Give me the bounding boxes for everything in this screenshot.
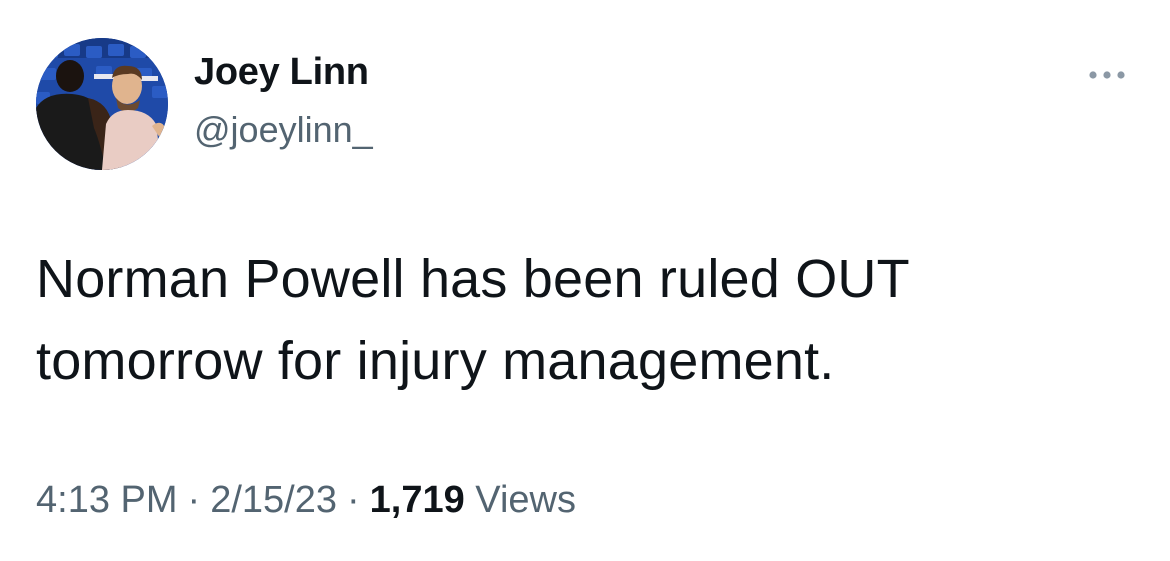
avatar[interactable] bbox=[36, 38, 168, 170]
views-count: 1,719 bbox=[369, 479, 465, 521]
tweet-time[interactable]: 4:13 PM bbox=[36, 479, 178, 521]
avatar-photo bbox=[36, 38, 168, 170]
tweet-text-line-2: tomorrow for injury management. bbox=[36, 331, 835, 391]
tweet-text-line-1: Norman Powell has been ruled OUT bbox=[36, 249, 910, 309]
tweet-meta: 4:13 PM · 2/15/23 · 1,719 Views bbox=[36, 479, 576, 522]
tweet-text: Norman Powell has been ruled OUT tomorro… bbox=[36, 238, 1136, 402]
more-horizontal-icon bbox=[1089, 71, 1125, 79]
more-options-button[interactable] bbox=[1080, 58, 1134, 92]
tweet-date[interactable]: 2/15/23 bbox=[210, 479, 337, 521]
author-handle[interactable]: @joeylinn_ bbox=[194, 110, 373, 150]
views-label: Views bbox=[475, 479, 576, 521]
author-display-name[interactable]: Joey Linn bbox=[194, 51, 369, 94]
meta-separator: · bbox=[346, 479, 360, 521]
meta-separator: · bbox=[187, 479, 201, 521]
tweet-card: Joey Linn @joeylinn_ Norman Powell has b… bbox=[0, 0, 1170, 561]
